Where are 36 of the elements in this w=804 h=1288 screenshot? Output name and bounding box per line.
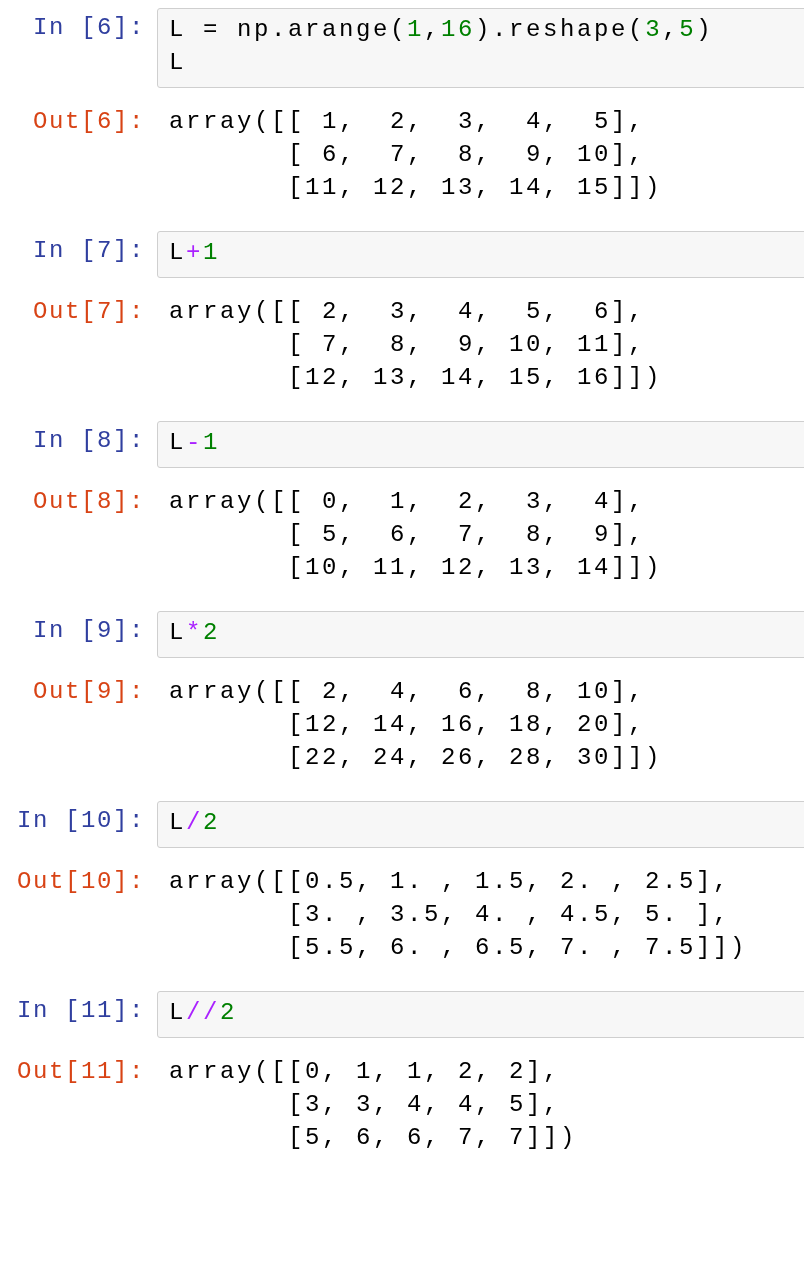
code-input-field[interactable]: L+1 <box>157 231 804 278</box>
output-prompt: Out[9]: <box>31 677 145 707</box>
output-line: [3. , 3.5, 4. , 4.5, 5. ], <box>287 900 732 930</box>
output-line: [10, 11, 12, 13, 14]]) <box>287 553 663 583</box>
output-prompt: Out[7]: <box>31 297 145 327</box>
code-input-field[interactable]: L*2 <box>157 611 804 658</box>
output-prompt: Out[6]: <box>31 107 145 137</box>
output-line: [ 6, 7, 8, 9, 10], <box>287 140 647 170</box>
output-line: array([[ 1, 2, 3, 4, 5], <box>169 107 647 137</box>
code-input-field[interactable]: L-1 <box>157 421 804 468</box>
input-prompt: In [6]: <box>31 13 145 43</box>
output-line: [12, 13, 14, 15, 16]]) <box>287 363 663 393</box>
input-prompt: In [8]: <box>31 426 145 456</box>
output-line: [ 7, 8, 9, 10, 11], <box>287 330 647 360</box>
output-line: array([[ 2, 3, 4, 5, 6], <box>169 297 647 327</box>
output-prompt: Out[11]: <box>15 1057 145 1087</box>
output-prompt: Out[10]: <box>15 867 145 897</box>
code-input-field[interactable]: L/2 <box>157 801 804 848</box>
input-prompt: In [10]: <box>15 806 145 836</box>
output-line: [3, 3, 4, 4, 5], <box>287 1090 562 1120</box>
output-line: [ 5, 6, 7, 8, 9], <box>287 520 647 550</box>
output-line: array([[ 0, 1, 2, 3, 4], <box>169 487 647 517</box>
output-line: [5, 6, 6, 7, 7]]) <box>287 1123 578 1153</box>
output-line: array([[ 2, 4, 6, 8, 10], <box>169 677 647 707</box>
output-line: [22, 24, 26, 28, 30]]) <box>287 743 663 773</box>
code-input-field[interactable]: L = np.arange(1,16).reshape(3,5) L <box>157 8 804 88</box>
output-line: [11, 12, 13, 14, 15]]) <box>287 173 663 203</box>
output-line: [12, 14, 16, 18, 20], <box>287 710 647 740</box>
input-prompt: In [9]: <box>31 616 145 646</box>
output-line: array([[0.5, 1. , 1.5, 2. , 2.5], <box>169 867 732 897</box>
output-line: array([[0, 1, 1, 2, 2], <box>169 1057 562 1087</box>
output-prompt: Out[8]: <box>31 487 145 517</box>
code-input-field[interactable]: L//2 <box>157 991 804 1038</box>
input-prompt: In [11]: <box>15 996 145 1026</box>
input-prompt: In [7]: <box>31 236 145 266</box>
output-line: [5.5, 6. , 6.5, 7. , 7.5]]) <box>287 933 748 963</box>
